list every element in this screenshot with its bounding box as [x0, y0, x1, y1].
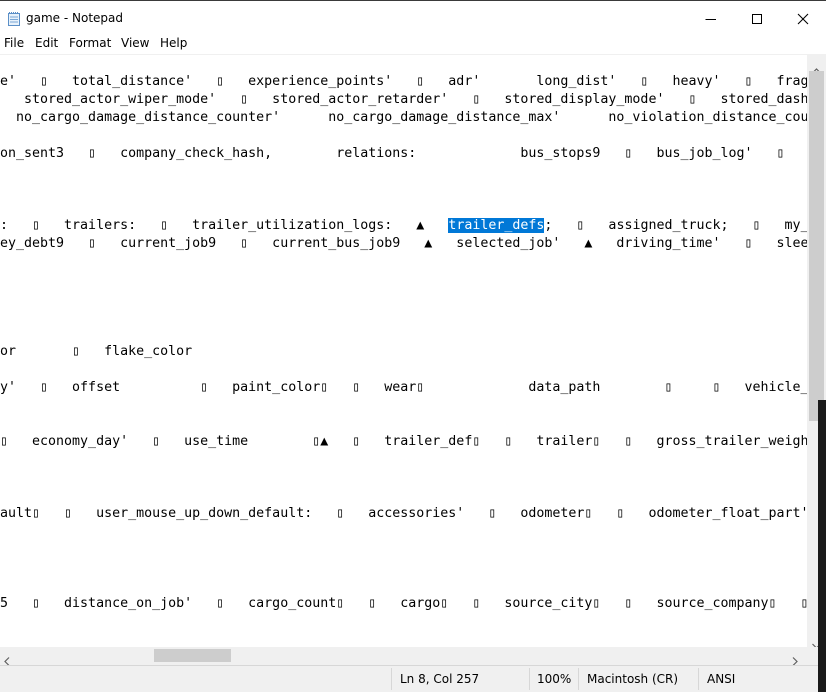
vertical-scroll-thumb[interactable] [809, 71, 824, 421]
notepad-icon [6, 11, 22, 27]
minimize-button[interactable] [688, 1, 734, 36]
horizontal-scroll-thumb[interactable] [154, 649, 231, 662]
encoding: ANSI [707, 672, 736, 686]
status-divider [391, 668, 392, 690]
text-line: stored_actor_wiper_mode' ▯ stored_actor_… [0, 92, 807, 107]
menu-edit[interactable]: Edit [35, 36, 58, 50]
menu-file[interactable]: File [4, 36, 24, 50]
text-line: 5 ▯ distance_on_job' ▯ cargo_count▯ ▯ ca… [0, 596, 807, 611]
text-line: or ▯ flake_color [0, 344, 193, 359]
text-line: on_sent3 ▯ company_check_hash, relations… [0, 146, 785, 161]
close-button[interactable] [780, 1, 826, 36]
status-divider [529, 668, 530, 690]
notepad-window: game - Notepad File Edit Format View Hel… [0, 0, 826, 692]
menu-help[interactable]: Help [160, 36, 187, 50]
line-ending: Macintosh (CR) [587, 672, 679, 686]
cursor-position: Ln 8, Col 257 [400, 672, 480, 686]
text-before-selection: : ▯ trailers: ▯ trailer_utilization_logs… [0, 218, 449, 233]
status-bar: Ln 8, Col 257 100% Macintosh (CR) ANSI [0, 665, 826, 692]
background-edge [818, 400, 826, 692]
maximize-button[interactable] [734, 1, 780, 36]
title-bar[interactable]: game - Notepad [0, 0, 826, 36]
menu-view[interactable]: View [121, 36, 149, 50]
text-line: no_cargo_damage_distance_counter' no_car… [0, 110, 807, 125]
window-title: game - Notepad [26, 11, 123, 25]
text-after-selection: ; ▯ assigned_truck; ▯ my_tr [544, 218, 807, 233]
text-line: e' ▯ total_distance' ▯ experience_points… [0, 74, 807, 89]
zoom-level: 100% [537, 672, 572, 686]
status-divider [698, 668, 699, 690]
text-editor[interactable]: e' ▯ total_distance' ▯ experience_points… [0, 54, 807, 648]
menu-format[interactable]: Format [69, 36, 111, 50]
horizontal-scrollbar[interactable] [0, 647, 807, 666]
text-line: ault▯ ▯ user_mouse_up_down_default: ▯ ac… [0, 506, 807, 521]
text-line: ey_debt9 ▯ current_job9 ▯ current_bus_jo… [0, 236, 807, 251]
maximize-icon [752, 14, 762, 24]
text-line: ▯ economy_day' ▯ use_time ▯▲ ▯ trailer_d… [0, 434, 807, 449]
menu-bar: File Edit Format View Help [0, 35, 826, 53]
selected-text: trailer_defs [448, 218, 545, 233]
close-icon [797, 13, 809, 25]
minimize-icon [705, 19, 716, 20]
text-line: y' ▯ offset ▯ paint_color▯ ▯ wear▯ data_… [0, 380, 807, 395]
text-line-current: : ▯ trailers: ▯ trailer_utilization_logs… [0, 217, 807, 235]
status-divider [578, 668, 579, 690]
